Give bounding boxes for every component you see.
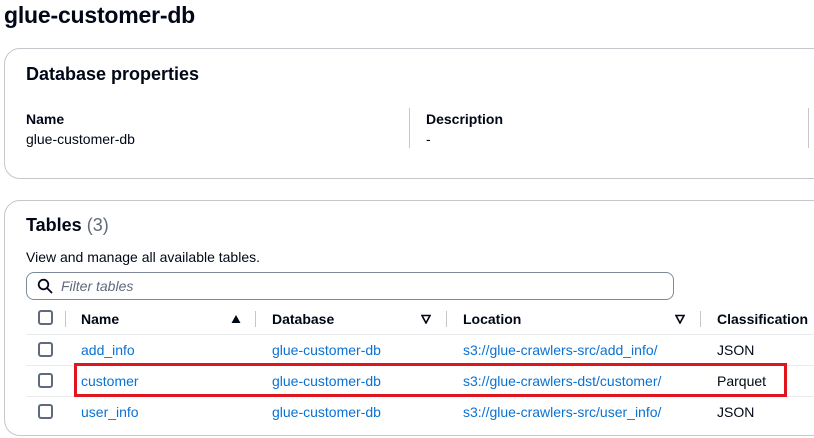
column-header-database[interactable]: Database: [272, 311, 334, 327]
sort-descending-icon[interactable]: [421, 314, 431, 324]
database-link[interactable]: glue-customer-db: [272, 342, 381, 358]
select-all-checkbox[interactable]: [38, 310, 53, 325]
column-header-name[interactable]: Name: [81, 311, 119, 327]
database-link[interactable]: glue-customer-db: [272, 404, 381, 420]
column-header-classification[interactable]: Classification: [717, 311, 808, 327]
name-label: Name: [26, 111, 65, 127]
location-link[interactable]: s3://glue-crawlers-src/add_info/: [463, 342, 658, 358]
property-divider: [409, 108, 410, 148]
sort-descending-icon[interactable]: [675, 314, 685, 324]
search-icon: [37, 278, 53, 294]
property-divider: [808, 108, 809, 148]
filter-tables-input[interactable]: [61, 276, 661, 296]
column-separator: [65, 311, 66, 327]
sort-ascending-icon[interactable]: [231, 314, 241, 324]
tables-panel: Tables (3) View and manage all available…: [4, 200, 814, 436]
database-properties-title: Database properties: [26, 64, 200, 84]
classification-value: JSON: [717, 342, 755, 358]
row-checkbox[interactable]: [38, 373, 53, 388]
highlight-box: [74, 363, 787, 397]
table-name-link[interactable]: add_info: [81, 342, 135, 358]
classification-value: JSON: [717, 404, 755, 420]
column-header-location[interactable]: Location: [463, 311, 521, 327]
description-label: Description: [426, 111, 504, 127]
tables-count: (3): [86, 215, 109, 235]
table-name-link[interactable]: user_info: [81, 404, 139, 420]
description-value: -: [426, 131, 431, 147]
tables-heading: Tables: [26, 215, 82, 235]
location-link[interactable]: s3://glue-crawlers-src/user_info/: [463, 404, 661, 420]
tables-description: View and manage all available tables.: [26, 249, 261, 265]
column-separator: [700, 311, 701, 327]
page-title: glue-customer-db: [4, 2, 196, 28]
row-checkbox[interactable]: [38, 404, 53, 419]
tables-title: Tables (3): [26, 215, 109, 236]
column-separator: [446, 311, 447, 327]
database-properties-panel: Database properties Name glue-customer-d…: [4, 48, 814, 179]
row-checkbox[interactable]: [38, 342, 53, 357]
row-divider: [26, 334, 814, 335]
column-separator: [255, 311, 256, 327]
name-value: glue-customer-db: [26, 131, 135, 147]
filter-tables-search[interactable]: [26, 272, 674, 300]
